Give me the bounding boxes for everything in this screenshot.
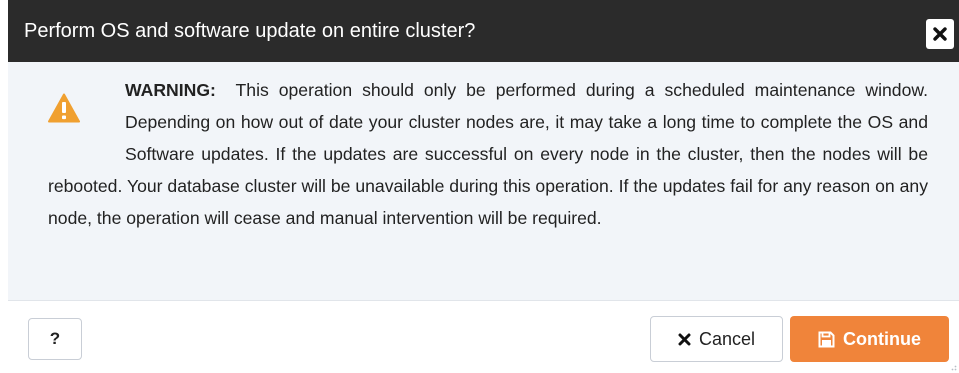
cancel-button[interactable]: Cancel [650,316,783,362]
help-button[interactable]: ? [28,318,82,360]
cancel-label: Cancel [698,328,756,349]
warning-text: This operation should only be performed … [48,80,928,228]
save-icon [818,331,835,348]
continue-label: Continue [843,328,921,349]
close-button[interactable] [926,19,954,49]
close-icon [933,27,947,41]
dialog-titlebar: Perform OS and software update on entire… [8,0,959,62]
resize-grip-icon[interactable] [949,363,957,371]
x-icon [678,333,691,346]
warning-label: WARNING: [125,80,216,100]
dialog-body: WARNING: This operation should only be p… [8,62,959,300]
dialog-footer: ? Cancel Continue [8,300,959,373]
warning-message: WARNING: This operation should only be p… [48,74,928,234]
dialog-title: Perform OS and software update on entire… [24,20,476,42]
help-label: ? [49,329,61,348]
continue-button[interactable]: Continue [790,316,949,362]
update-cluster-dialog: Perform OS and software update on entire… [0,0,959,373]
